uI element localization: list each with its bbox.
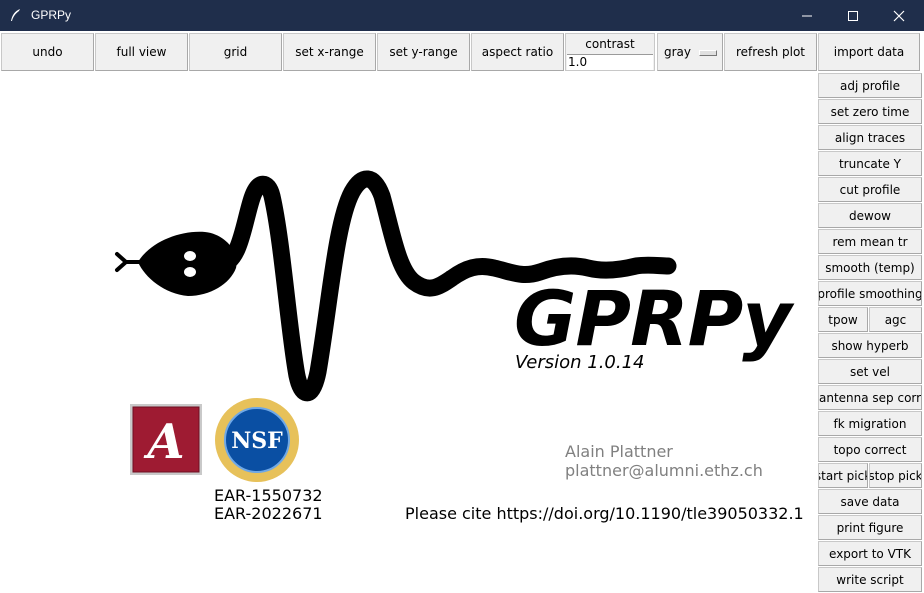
contrast-label: contrast [585,37,635,51]
maximize-icon [848,10,858,21]
profile-smoothing-button[interactable]: profile smoothing [818,281,922,306]
set-y-range-button[interactable]: set y-range [377,33,470,71]
logo-title: GPRPy [514,274,792,363]
colormap-dropdown[interactable]: gray [657,33,723,71]
author-credit: Alain Plattner plattner@alumni.ethz.ch [565,442,763,480]
full-view-button[interactable]: full view [95,33,188,71]
nsf-logo-text: NSF [231,428,283,454]
grant-number: EAR-2022671 [214,504,323,523]
university-of-alabama-logo: A [130,404,202,475]
grant-numbers: EAR-1550732 EAR-2022671 [214,487,323,523]
set-vel-button[interactable]: set vel [818,359,922,384]
close-icon [893,10,905,21]
contrast-input[interactable]: 1.0 [567,54,653,70]
processing-panel: adj profile set zero time align traces t… [816,72,924,593]
contrast-control: contrast 1.0 [565,33,655,71]
citation-text: Please cite https://doi.org/10.1190/tle3… [405,504,804,523]
version-label: Version 1.0.14 [515,352,645,373]
grid-button[interactable]: grid [189,33,282,71]
title-bar: GPRPy [0,0,924,31]
truncate-y-button[interactable]: truncate Y [818,151,922,176]
window-title: GPRPy [31,8,72,22]
adj-profile-button[interactable]: adj profile [818,73,922,98]
fk-migration-button[interactable]: fk migration [818,411,922,436]
plot-canvas[interactable]: GPRPy Version 1.0.14 Alain Plattner plat… [0,72,816,593]
author-email: plattner@alumni.ethz.ch [565,461,763,480]
minimize-button[interactable] [784,0,830,31]
dewow-button[interactable]: dewow [818,203,922,228]
grant-number: EAR-1550732 [214,486,323,505]
start-pick-button[interactable]: start pick [818,463,868,488]
topo-correct-button[interactable]: topo correct [818,437,922,462]
colormap-value: gray [664,45,692,59]
tpow-button[interactable]: tpow [818,307,868,332]
write-script-button[interactable]: write script [818,567,922,592]
aspect-ratio-button[interactable]: aspect ratio [471,33,564,71]
minimize-icon [802,15,812,16]
toolbar: undo full view grid set x-range set y-ra… [0,31,924,72]
dropdown-indicator-icon [699,50,717,56]
close-button[interactable] [876,0,922,31]
refresh-plot-button[interactable]: refresh plot [724,33,817,71]
stop-pick-button[interactable]: stop pick [869,463,922,488]
export-to-vtk-button[interactable]: export to VTK [818,541,922,566]
author-name: Alain Plattner [565,442,673,461]
smooth-temp-button[interactable]: smooth (temp) [818,255,922,280]
align-traces-button[interactable]: align traces [818,125,922,150]
undo-button[interactable]: undo [1,33,94,71]
show-hyperb-button[interactable]: show hyperb [818,333,922,358]
feather-icon [11,9,20,21]
import-data-button[interactable]: import data [818,33,920,71]
set-x-range-button[interactable]: set x-range [283,33,376,71]
print-figure-button[interactable]: print figure [818,515,922,540]
cut-profile-button[interactable]: cut profile [818,177,922,202]
agc-button[interactable]: agc [869,307,922,332]
ua-logo-letter: A [143,414,184,470]
rem-mean-tr-button[interactable]: rem mean tr [818,229,922,254]
antenna-sep-correct-button[interactable]: antenna sep correct [818,385,922,410]
set-zero-time-button[interactable]: set zero time [818,99,922,124]
nsf-logo: NSF [215,398,299,482]
maximize-button[interactable] [830,0,876,31]
save-data-button[interactable]: save data [818,489,922,514]
